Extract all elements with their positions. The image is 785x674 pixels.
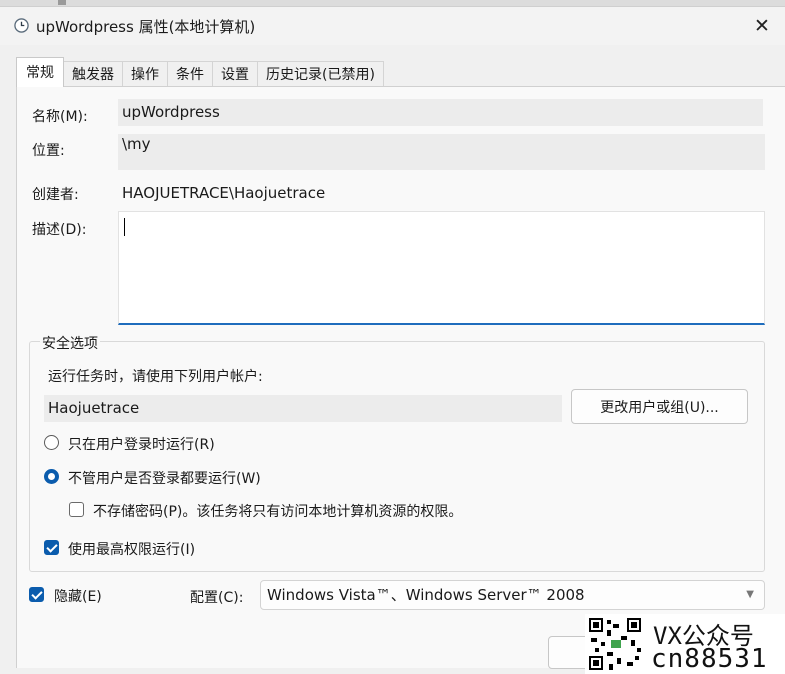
config-label: 配置(C):	[190, 590, 244, 606]
tab-conditions[interactable]: 条件	[167, 61, 213, 87]
highest-privileges-label[interactable]: 使用最高权限运行(I)	[68, 539, 195, 559]
no-store-password-checkbox[interactable]	[69, 502, 84, 517]
tab-triggers[interactable]: 触发器	[63, 61, 123, 87]
tab-actions[interactable]: 操作	[122, 61, 168, 87]
change-user-button[interactable]: 更改用户或组(U)...	[571, 389, 748, 424]
tab-history[interactable]: 历史记录(已禁用)	[257, 61, 384, 87]
qr-code-icon	[587, 616, 643, 672]
config-select-value: Windows Vista™、Windows Server™ 2008	[267, 586, 585, 604]
title-bar: upWordpress 属性(本地计算机) ✕	[0, 7, 785, 45]
close-icon: ✕	[754, 15, 770, 37]
author-value: HAOJUETRACE\Haojuetrace	[122, 184, 326, 202]
run-as-label: 运行任务时，请使用下列用户帐户:	[48, 369, 263, 385]
user-account-field: Haojuetrace	[44, 395, 562, 422]
radio-run-when-logged-on-label[interactable]: 只在用户登录时运行(R)	[68, 434, 215, 454]
background-scrollbar	[58, 0, 66, 5]
name-field[interactable]: upWordpress	[118, 99, 763, 126]
location-field: \my	[118, 134, 765, 170]
radio-run-when-logged-on[interactable]	[44, 435, 59, 450]
highest-privileges-checkbox[interactable]	[44, 540, 59, 555]
tab-general[interactable]: 常规	[16, 57, 64, 87]
description-label: 描述(D):	[32, 222, 87, 238]
radio-run-whether-logged-on[interactable]	[44, 469, 59, 484]
window-title: upWordpress 属性(本地计算机)	[36, 18, 256, 36]
watermark: VX公众号 cn88531	[585, 614, 785, 674]
radio-run-whether-logged-on-label[interactable]: 不管用户是否登录都要运行(W)	[68, 468, 261, 488]
description-input[interactable]	[118, 211, 765, 325]
properties-dialog: upWordpress 属性(本地计算机) ✕ 常规 触发器 操作 条件 设置 …	[0, 6, 785, 674]
watermark-line-2: cn88531	[651, 644, 768, 674]
location-label: 位置:	[32, 143, 65, 159]
author-label: 创建者:	[32, 187, 79, 203]
text-caret	[124, 218, 125, 236]
clock-icon	[14, 18, 29, 33]
config-select[interactable]: Windows Vista™、Windows Server™ 2008 ▼	[260, 580, 765, 610]
no-store-password-label[interactable]: 不存储密码(P)。该任务将只有访问本地计算机资源的权限。	[93, 501, 462, 521]
hidden-checkbox[interactable]	[29, 587, 44, 602]
security-options-title: 安全选项	[40, 333, 100, 353]
tab-strip: 常规 触发器 操作 条件 设置 历史记录(已禁用)	[16, 57, 384, 87]
name-label: 名称(M):	[32, 109, 88, 125]
hidden-label[interactable]: 隐藏(E)	[54, 586, 102, 606]
chevron-down-icon: ▼	[746, 589, 754, 600]
tab-settings[interactable]: 设置	[212, 61, 258, 87]
close-button[interactable]: ✕	[739, 7, 785, 45]
